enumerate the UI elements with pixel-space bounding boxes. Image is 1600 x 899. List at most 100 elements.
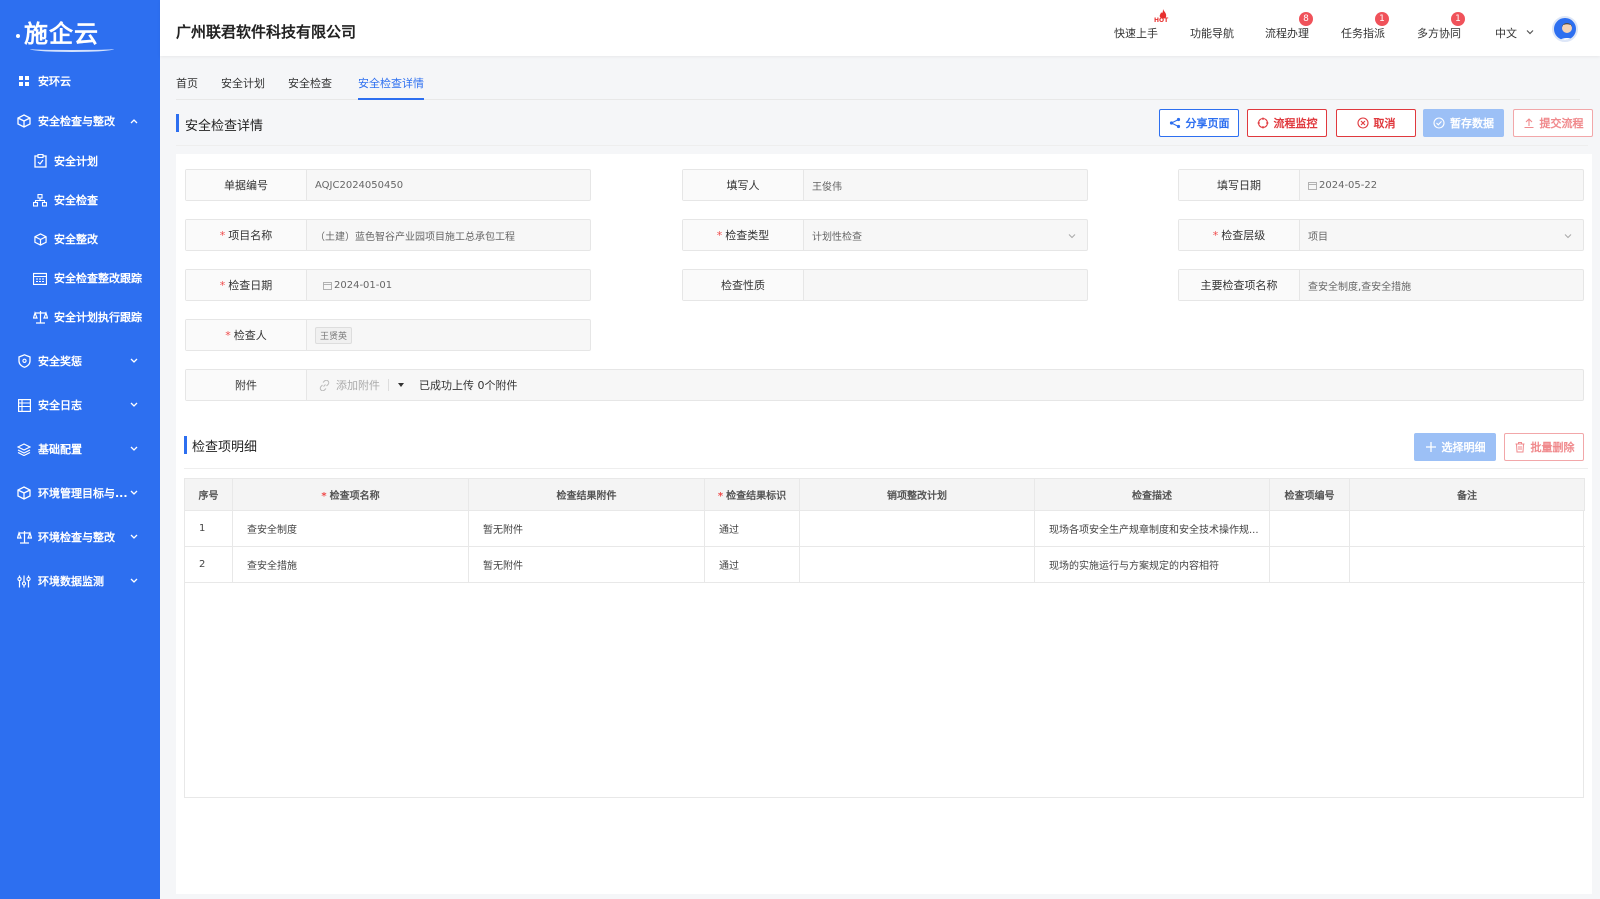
- check-circle-icon: [1433, 117, 1445, 129]
- details-title: 检查项明细: [192, 440, 258, 455]
- sidebar-item-env-monitoring[interactable]: 环境数据监测: [0, 566, 160, 596]
- scale-icon: [32, 309, 48, 325]
- table-row[interactable]: 2 查安全措施 暂无附件 通过 现场的实施运行与方案规定的内容相符: [184, 546, 1585, 583]
- table-header-row: 序号 * 检查项名称 检查结果附件 * 检查结果标识 销项整改计划 检查描述 检查项…: [184, 478, 1585, 511]
- check-nature-label: 检查性质: [683, 270, 804, 300]
- chevron-down-icon: [130, 534, 138, 539]
- task-assign-link[interactable]: 任务指派 1: [1341, 12, 1389, 41]
- sidebar-item-safety-reward[interactable]: 安全奖惩: [0, 346, 160, 376]
- title-accent-bar: [176, 114, 179, 132]
- check-nature-value[interactable]: [804, 270, 1087, 300]
- app-logo[interactable]: 施企云: [16, 14, 136, 52]
- select-details-button[interactable]: 选择明细: [1414, 433, 1496, 461]
- sidebar-item-anhuanyun[interactable]: 安环云: [0, 66, 160, 96]
- check-type-label: 检查类型: [725, 229, 770, 242]
- user-avatar[interactable]: [1552, 16, 1578, 42]
- table-icon: [16, 397, 32, 413]
- chevron-down-icon: [130, 490, 138, 495]
- project-field: * 项目名称 （土建）蓝色智谷产业园项目施工总承包工程: [185, 219, 591, 251]
- sidebar-item-plan-exec-tracking[interactable]: 安全计划执行跟踪: [0, 302, 160, 332]
- project-label: 项目名称: [228, 229, 273, 242]
- grid-icon: [16, 73, 32, 89]
- check-date-label: 检查日期: [228, 279, 273, 292]
- col-header-item-name[interactable]: * 检查项名称: [232, 478, 469, 511]
- doc-no-label: 单据编号: [186, 170, 307, 200]
- sidebar-item-base-config[interactable]: 基础配置: [0, 434, 160, 464]
- col-header-item-no[interactable]: 检查项编号: [1269, 478, 1350, 511]
- inspector-label: 检查人: [233, 329, 267, 342]
- function-nav-link[interactable]: 功能导航: [1190, 25, 1234, 41]
- batch-delete-button[interactable]: 批量删除: [1504, 433, 1584, 461]
- inspector-tag: 王贤英: [315, 326, 353, 344]
- col-header-description[interactable]: 检查描述: [1034, 478, 1270, 511]
- link-icon: [319, 379, 330, 391]
- collab-count-badge: 1: [1451, 12, 1465, 26]
- shield-icon: [16, 353, 32, 369]
- quick-start-link[interactable]: HOT 快速上手: [1114, 9, 1168, 41]
- col-header-remark[interactable]: 备注: [1349, 478, 1585, 511]
- check-date-input[interactable]: 2024-01-01: [307, 270, 590, 300]
- tab-safety-check[interactable]: 安全检查: [288, 75, 332, 91]
- layers-icon: [16, 441, 32, 457]
- writer-value[interactable]: 王俊伟: [804, 170, 1087, 200]
- details-table: 序号 * 检查项名称 检查结果附件 * 检查结果标识 销项整改计划 检查描述 检查项…: [184, 478, 1585, 583]
- plus-icon: [1425, 442, 1436, 452]
- task-count-badge: 1: [1375, 12, 1389, 26]
- process-count-badge: 8: [1299, 12, 1313, 26]
- process-handling-link[interactable]: 流程办理 8: [1265, 12, 1313, 41]
- chevron-down-icon: [1526, 30, 1534, 35]
- process-monitor-button[interactable]: 流程监控: [1247, 109, 1327, 137]
- sidebar-item-safety-rectify[interactable]: 安全整改: [0, 224, 160, 254]
- submit-process-button[interactable]: 提交流程: [1513, 109, 1593, 137]
- multi-collab-link[interactable]: 多方协同 1: [1417, 12, 1465, 41]
- tab-home[interactable]: 首页: [176, 75, 198, 91]
- write-date-field: 填写日期 2024-05-22: [1178, 169, 1584, 201]
- main-items-value[interactable]: 查安全制度,查安全措施: [1300, 270, 1583, 300]
- tab-safety-check-detail[interactable]: 安全检查详情: [358, 75, 424, 91]
- project-value[interactable]: （土建）蓝色智谷产业园项目施工总承包工程: [307, 220, 590, 250]
- language-select[interactable]: 中文: [1495, 25, 1534, 41]
- trash-icon: [1515, 442, 1524, 453]
- top-bar: 广州联君软件科技有限公司 HOT 快速上手 功能导航 流程办理 8 任务指派 1…: [160, 0, 1600, 56]
- write-date-input[interactable]: 2024-05-22: [1300, 170, 1583, 200]
- check-level-select[interactable]: 项目: [1300, 220, 1583, 250]
- chevron-up-icon: [130, 119, 138, 124]
- inspector-select[interactable]: 王贤英: [307, 320, 590, 350]
- check-type-select[interactable]: 计划性检查: [804, 220, 1087, 250]
- tab-safety-plan[interactable]: 安全计划: [221, 75, 265, 91]
- chevron-down-icon: [1564, 234, 1572, 239]
- writer-field: 填写人 王俊伟: [682, 169, 1088, 201]
- col-header-result-flag[interactable]: * 检查结果标识: [704, 478, 800, 511]
- sidebar-item-safety-plan[interactable]: 安全计划: [0, 146, 160, 176]
- save-draft-button[interactable]: 暂存数据: [1423, 109, 1504, 137]
- cancel-button[interactable]: 取消: [1336, 109, 1416, 137]
- col-header-rectify-plan[interactable]: 销项整改计划: [799, 478, 1035, 511]
- upload-icon: [1524, 118, 1533, 129]
- doc-no-value[interactable]: AQJC2024050450: [307, 170, 590, 200]
- col-header-index: 序号: [184, 478, 233, 511]
- sidebar-item-check-rectify-tracking[interactable]: 安全检查整改跟踪: [0, 263, 160, 293]
- sidebar: 施企云 安环云 安全检查与整改 安全计划 安全检查 安全整改 安全检查整改跟踪 …: [0, 0, 160, 899]
- caret-down-icon[interactable]: [397, 381, 405, 389]
- cube-icon: [32, 231, 48, 247]
- col-header-result-attachment[interactable]: 检查结果附件: [468, 478, 705, 511]
- share-icon: [1169, 117, 1180, 129]
- share-page-button[interactable]: 分享页面: [1159, 109, 1239, 137]
- doc-no-field: 单据编号 AQJC2024050450: [185, 169, 591, 201]
- chevron-down-icon: [130, 446, 138, 451]
- sidebar-item-safety-check[interactable]: 安全检查: [0, 185, 160, 215]
- table-row[interactable]: 1 查安全制度 暂无附件 通过 现场各项安全生产规章制度和安全技术操作规...: [184, 510, 1585, 547]
- sidebar-item-safety-check-rectify[interactable]: 安全检查与整改: [0, 106, 160, 136]
- chevron-down-icon: [130, 578, 138, 583]
- sidebar-item-safety-log[interactable]: 安全日志: [0, 390, 160, 420]
- chevron-down-icon: [1068, 234, 1076, 239]
- sidebar-item-env-goals[interactable]: 环境管理目标与...: [0, 478, 160, 508]
- sidebar-item-env-check-rectify[interactable]: 环境检查与整改: [0, 522, 160, 552]
- check-level-field: * 检查层级 项目: [1178, 219, 1584, 251]
- target-icon: [1257, 117, 1268, 129]
- add-attachment-button[interactable]: 添加附件: [319, 377, 380, 393]
- inspector-field: * 检查人 王贤英: [185, 319, 591, 351]
- breadcrumb-tabs: 首页 安全计划 安全检查 安全检查详情: [160, 56, 1600, 100]
- chevron-down-icon: [130, 358, 138, 363]
- attachment-status: 已成功上传 0个附件: [419, 379, 518, 392]
